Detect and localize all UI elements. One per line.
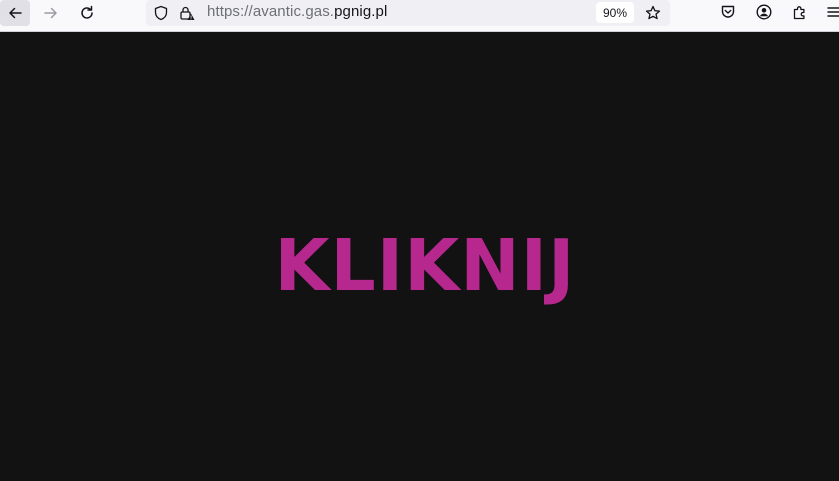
menu-icon[interactable] [826, 4, 839, 20]
forward-arrow-icon [44, 7, 57, 19]
extensions-icon[interactable] [792, 4, 808, 20]
forward-button[interactable] [36, 0, 66, 26]
account-icon[interactable] [756, 4, 772, 20]
shield-icon[interactable] [153, 5, 169, 21]
address-bar[interactable]: https://avantic.gas.pgnig.pl 90% [146, 0, 670, 26]
reload-icon [81, 5, 93, 19]
kliknij-link[interactable]: KLIKNIJ [0, 225, 839, 307]
url-text[interactable]: https://avantic.gas.pgnig.pl [207, 3, 387, 20]
back-arrow-icon [9, 7, 22, 19]
pocket-icon[interactable] [720, 4, 736, 20]
page-content: KLIKNIJ [0, 32, 839, 481]
url-prefix: https://avantic.gas. [207, 3, 335, 20]
bookmark-star-icon[interactable] [645, 5, 661, 21]
url-host: pgnig.pl [334, 3, 388, 20]
insecure-lock-icon[interactable] [179, 5, 195, 21]
zoom-level-button[interactable]: 90% [596, 2, 634, 23]
reload-button[interactable] [72, 0, 102, 26]
browser-toolbar: https://avantic.gas.pgnig.pl 90% [0, 0, 839, 32]
back-button[interactable] [0, 0, 30, 26]
